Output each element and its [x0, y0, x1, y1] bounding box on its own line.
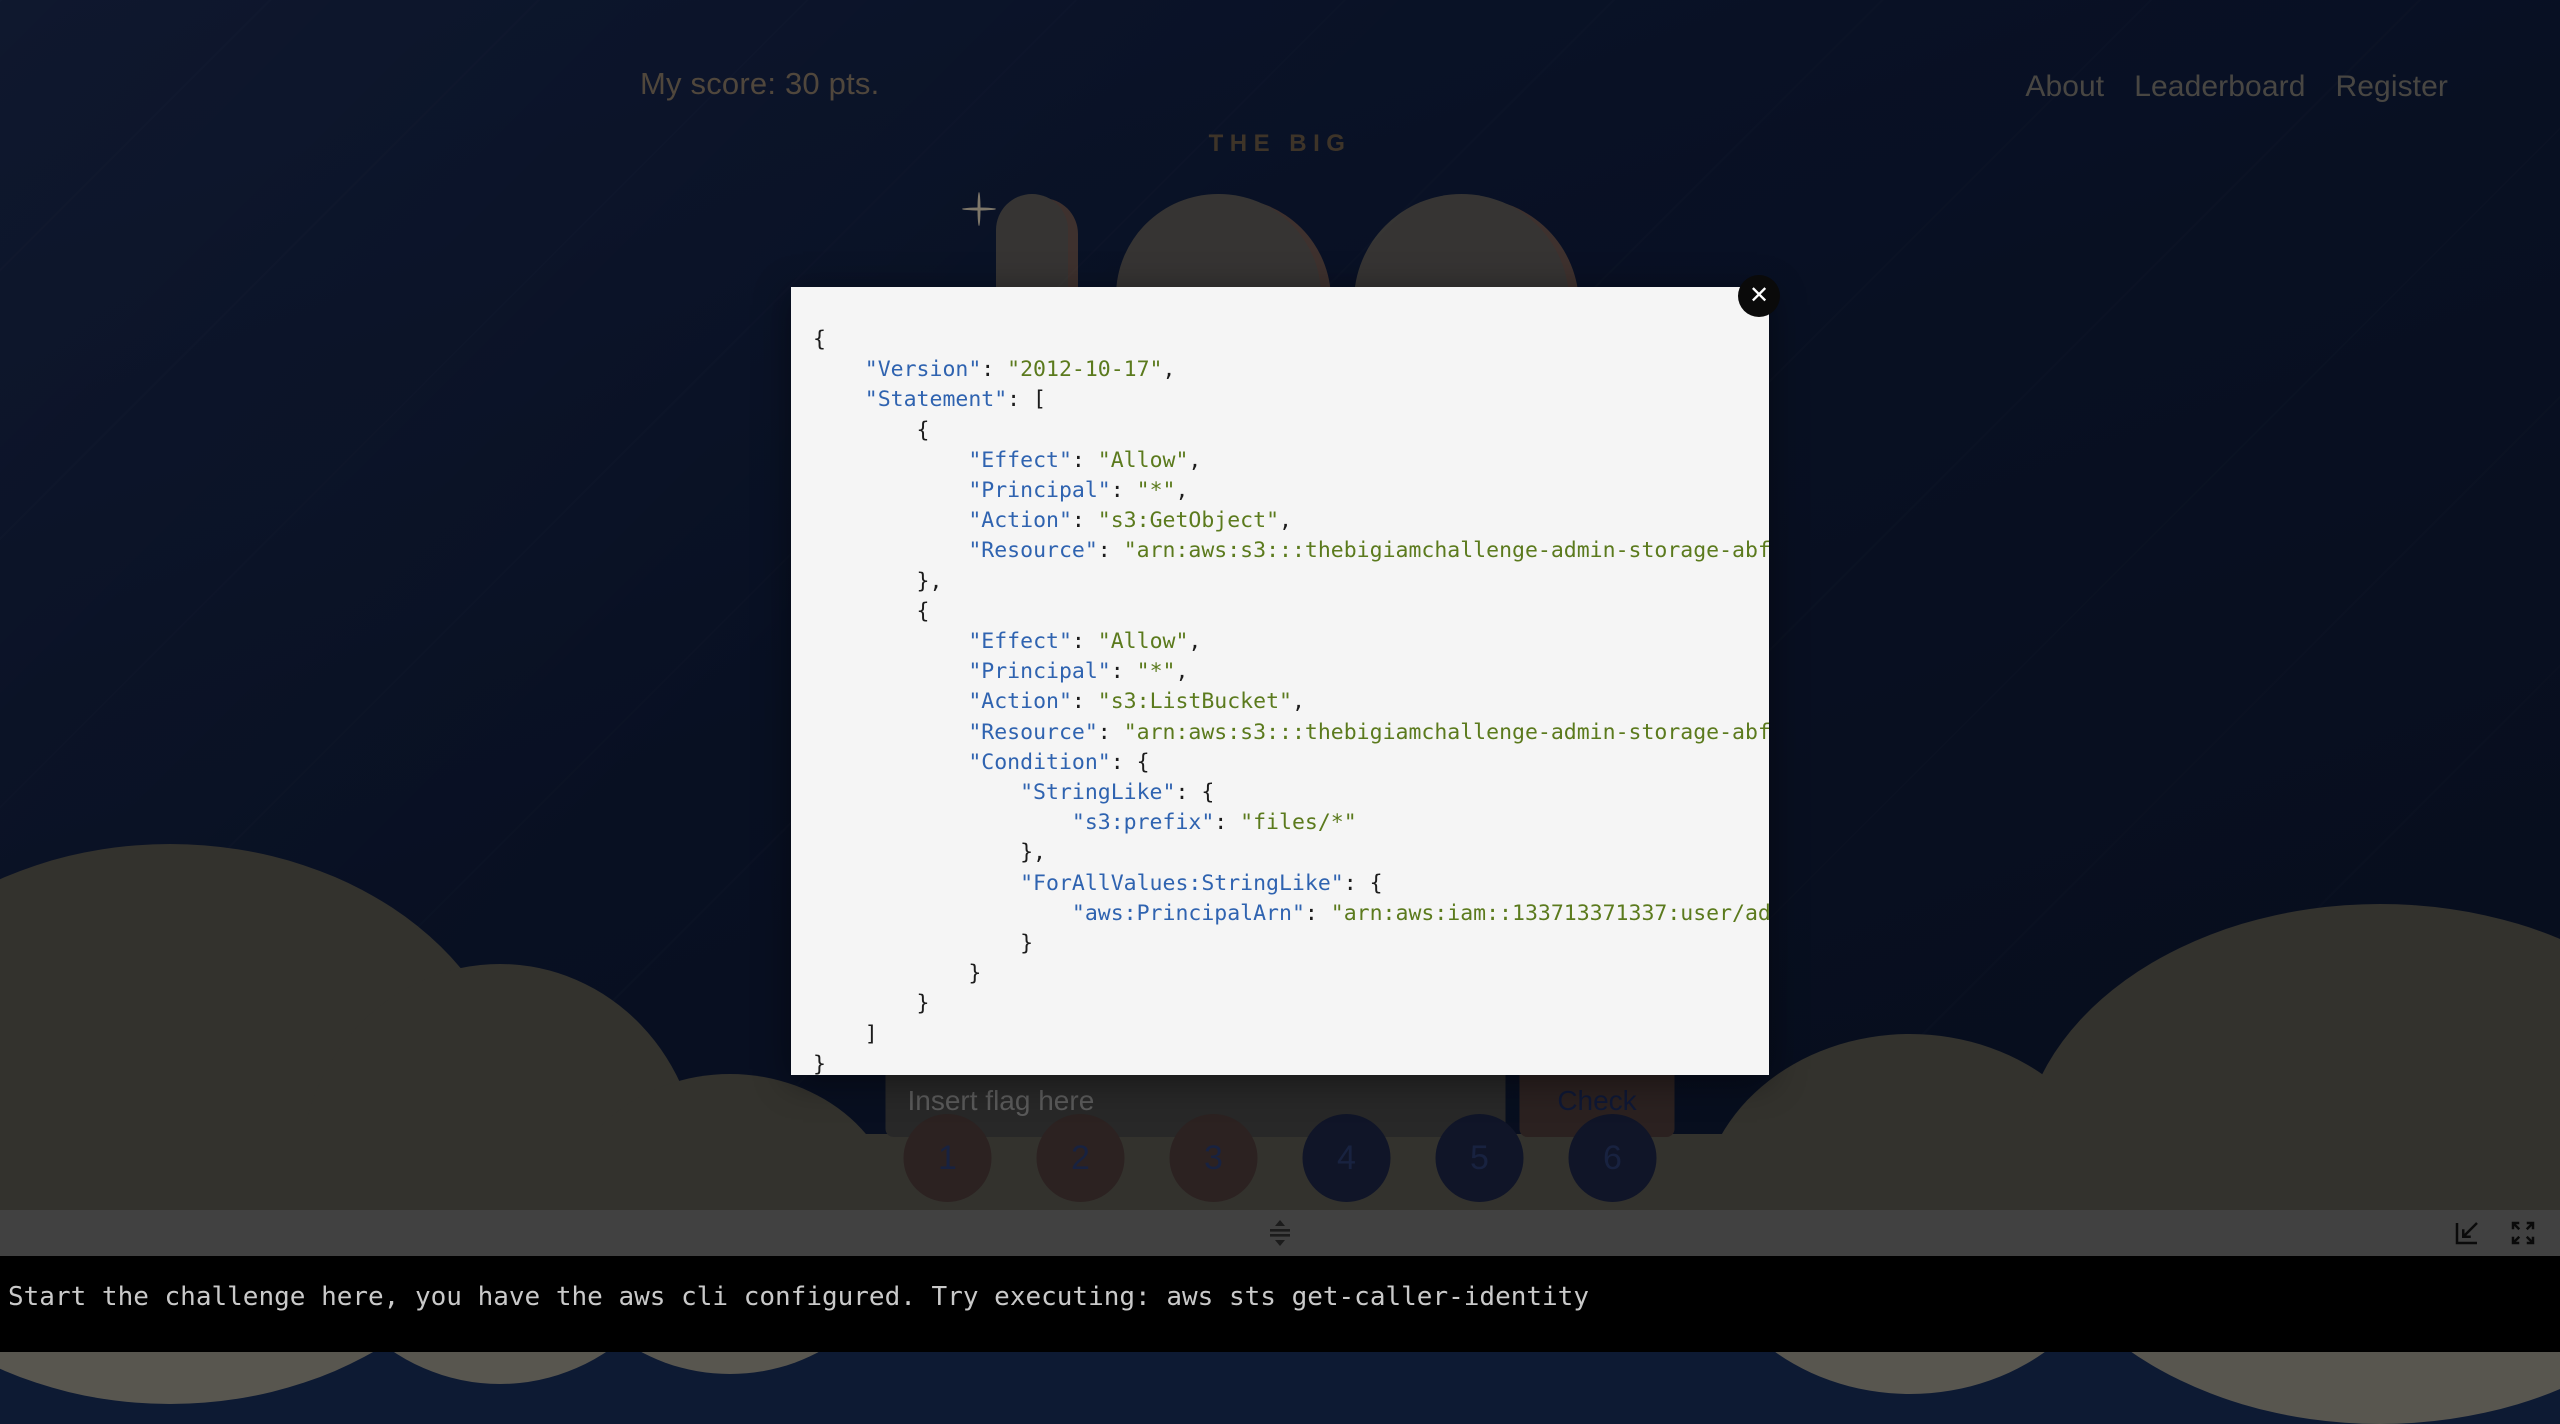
- resize-handle-icon[interactable]: [1263, 1219, 1297, 1247]
- terminal-text: Start the challenge here, you have the a…: [8, 1282, 2560, 1312]
- minimize-icon[interactable]: [2452, 1218, 2482, 1248]
- policy-modal: { "Version": "2012-10-17", "Statement": …: [791, 287, 1769, 1075]
- terminal-output[interactable]: Start the challenge here, you have the a…: [0, 1256, 2560, 1352]
- policy-json: { "Version": "2012-10-17", "Statement": …: [791, 287, 1769, 1075]
- close-icon[interactable]: ✕: [1738, 275, 1780, 317]
- terminal-toolbar: [0, 1210, 2560, 1256]
- fullscreen-icon[interactable]: [2508, 1218, 2538, 1248]
- terminal-icon-group: [2452, 1210, 2538, 1256]
